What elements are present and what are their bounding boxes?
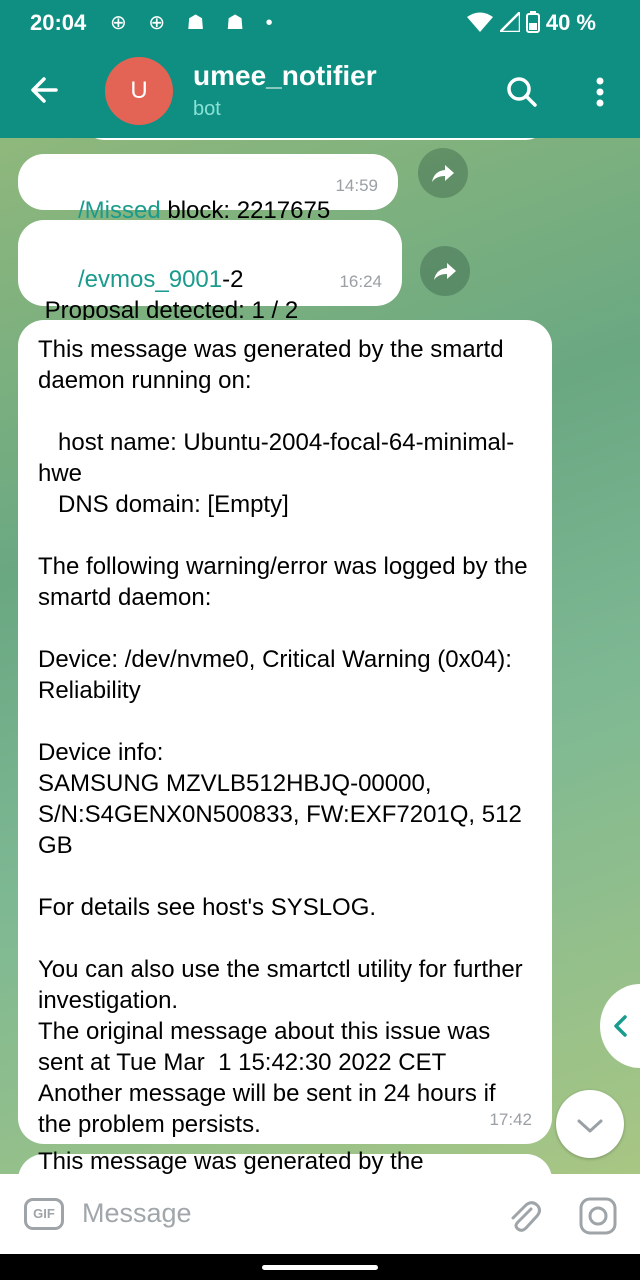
more-vertical-icon [596, 77, 604, 107]
chat-title[interactable]: umee_notifier [193, 60, 377, 92]
share-arrow-icon [432, 165, 454, 182]
more-menu-button[interactable] [582, 70, 618, 114]
back-arrow-icon [31, 77, 58, 103]
message-input-bar: GIF Message [0, 1174, 640, 1254]
message-input[interactable]: Message [82, 1198, 192, 1229]
message-bubble[interactable]: /evmos_9001-2 Proposal detected: 1 / 2 1… [18, 220, 402, 324]
forward-button[interactable] [420, 246, 470, 296]
gif-button[interactable]: GIF [24, 1198, 64, 1230]
scroll-to-bottom-button[interactable] [556, 1090, 624, 1158]
battery-icon [525, 11, 540, 33]
share-arrow-icon [434, 263, 456, 280]
wifi-icon [467, 12, 494, 32]
message-time: 16:24 [339, 272, 382, 291]
command-link[interactable]: /evmos_9001 [78, 266, 222, 293]
message-bubble-partial [84, 138, 546, 140]
search-icon [507, 77, 537, 107]
status-time: 20:04 [30, 10, 87, 35]
camera-button[interactable] [578, 1196, 618, 1236]
back-button[interactable] [24, 68, 68, 112]
message-bubble-partial[interactable]: This message was generated by the [18, 1148, 552, 1174]
forward-button[interactable] [418, 148, 468, 198]
status-right: 40 % [467, 8, 596, 36]
message-bubble[interactable]: This message was generated by the smartd… [18, 320, 552, 1144]
home-handle[interactable] [262, 1265, 378, 1270]
chat-area[interactable]: /Missed block: 2217675 14:59 /evmos_9001… [0, 138, 640, 1174]
chat-header: U umee_notifier bot [0, 46, 640, 138]
signal-icon [496, 8, 521, 34]
message-text: This message was generated by the smartd… [38, 336, 528, 1138]
chevron-down-icon [577, 1119, 603, 1133]
status-bar: 20:04 ⊕ ⊕ ☗ ☗ • 40 % [0, 0, 640, 46]
search-button[interactable] [500, 70, 544, 114]
avatar[interactable]: U [105, 57, 173, 125]
notification-icons: ⊕ ⊕ ☗ ☗ • [110, 12, 281, 34]
message-bubble[interactable]: /Missed block: 2217675 14:59 [18, 154, 398, 224]
side-panel-toggle[interactable] [600, 984, 640, 1068]
chevron-left-icon [614, 1015, 627, 1037]
battery-level: 40 % [545, 10, 596, 35]
message-time: 14:59 [335, 176, 378, 195]
system-navigation-bar [0, 1254, 640, 1280]
attach-button[interactable] [504, 1196, 544, 1236]
chat-subtitle: bot [193, 98, 221, 120]
paperclip-icon [511, 1201, 541, 1232]
message-time: 17:42 [489, 1110, 532, 1129]
camera-icon [579, 1197, 617, 1235]
message-text: This message was generated by the [38, 1148, 424, 1174]
